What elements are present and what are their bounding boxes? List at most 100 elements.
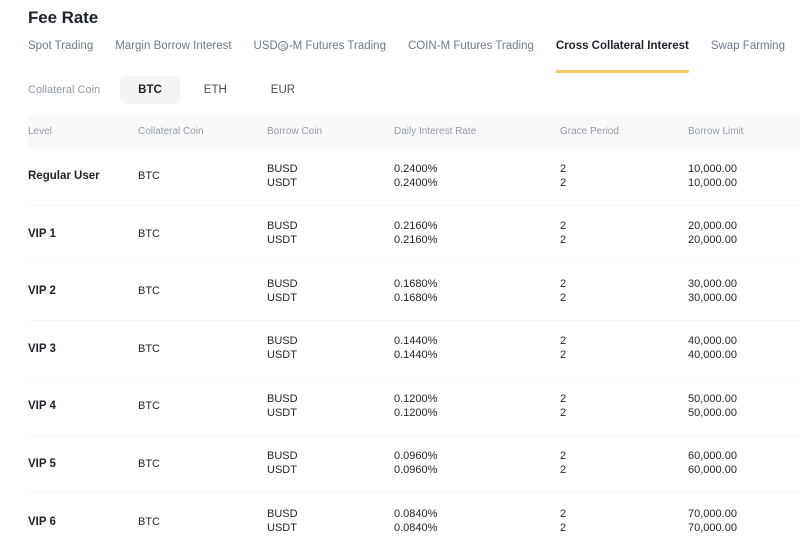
tab-spot-trading[interactable]: Spot Trading (28, 38, 93, 56)
cell-borrow-coin-value: BUSD (267, 508, 298, 521)
fee-rate-page: Fee Rate Spot Trading Margin Borrow Inter… (0, 0, 800, 541)
cell-borrow-limit-value: 40,000.00 (688, 349, 737, 362)
tab-coin-m-futures-trading[interactable]: COIN-M Futures Trading (408, 38, 534, 56)
cell-grace-period-value: 2 (560, 406, 567, 419)
cell-daily-interest-rate: 0.0960% 0.0960% (394, 450, 560, 477)
cell-grace-period-value: 2 (560, 176, 567, 189)
cell-grace-period: 22 (560, 393, 688, 420)
cell-borrow-limit-value: 30,000.00 (688, 277, 737, 290)
cell-grace-period-value: 2 (560, 392, 567, 405)
table-row: VIP 3 BTC BUSD USDT 0.1440% 0.1440% 2 2 40,000.0… (28, 321, 800, 378)
cell-grace-period-value: 2 (560, 349, 567, 362)
coin-option-eth[interactable]: ETH (188, 76, 243, 104)
table-row: VIP 4 BTC BUSD USDT 0.1200% 0.1200% 2 2 50,000.0… (28, 378, 800, 436)
tab-label: COIN-M Futures Trading (407, 40, 534, 52)
circled-s-icon: S (278, 41, 289, 51)
tab-label: Cross Collateral Interest (555, 40, 689, 52)
cell-daily-interest-rate: 0.0840% 0.0840% (394, 508, 560, 535)
column-header-daily-interest-rate: Daily Interest Rate (394, 125, 477, 137)
cell-borrow-coin-value: USDT (267, 406, 297, 419)
cell-level: VIP 3 (28, 342, 56, 355)
cell-borrow-coin-value: USDT (267, 349, 297, 362)
tab-label: Swap Farming (710, 40, 785, 52)
cell-grace-period: 22 (560, 335, 688, 362)
cell-daily-interest-rate-value: 0.0960% (394, 464, 438, 477)
cell-daily-interest-rate-value: 0.0840% (394, 522, 438, 535)
cell-borrow-coin: BUSD USDT (267, 278, 394, 305)
table-row: Regular User BTC BUSD USDT 0.2400% 0.2400% 2 2 1… (28, 148, 800, 206)
cell-borrow-limit: 50,000.00 50,000.00 (688, 393, 800, 420)
cell-level: VIP 5 (28, 457, 56, 470)
table-row: VIP 1 BTC BUSD USDT 0.2160% 0.2160% 2 2 20,000.0… (28, 206, 800, 263)
column-header-collateral-coin: Collateral Coin (138, 125, 204, 137)
cell-borrow-limit-value: 70,000.00 (688, 508, 737, 521)
cell-daily-interest-rate-value: 0.1200% (394, 406, 438, 419)
cell-borrow-coin: BUSD USDT (267, 163, 394, 190)
cell-collateral-coin: BTC (138, 400, 160, 413)
collateral-coin-label: Collateral Coin (28, 84, 101, 96)
cell-grace-period-value: 2 (560, 335, 567, 348)
cell-grace-period-value: 2 (560, 508, 567, 521)
cell-borrow-coin-value: BUSD (267, 220, 298, 233)
column-header-level: Level (28, 125, 52, 137)
cell-level: Regular User (28, 170, 100, 183)
cell-grace-period-value: 2 (560, 450, 567, 463)
cell-borrow-coin-value: BUSD (267, 162, 298, 175)
page-title: Fee Rate (28, 8, 99, 27)
cell-borrow-limit: 60,000.00 60,000.00 (688, 450, 800, 477)
cell-collateral-coin: BTC (138, 515, 160, 528)
cell-borrow-coin-value: USDT (267, 176, 297, 189)
cell-collateral-coin: BTC (138, 227, 160, 240)
column-header-borrow-limit: Borrow Limit (688, 125, 744, 137)
cell-borrow-limit: 10,000.00 10,000.00 (688, 163, 800, 190)
cell-borrow-coin-value: BUSD (267, 277, 298, 290)
cell-level: VIP 2 (28, 285, 56, 298)
cell-borrow-coin-value: USDT (267, 291, 297, 304)
tab-label-prefix: USD (253, 40, 278, 52)
cell-borrow-limit: 30,000.00 30,000.00 (688, 278, 800, 305)
cell-grace-period: 22 (560, 278, 688, 305)
cell-daily-interest-rate-value: 0.2160% (394, 234, 438, 247)
cell-borrow-limit-value: 10,000.00 (688, 176, 737, 189)
cell-daily-interest-rate-value: 0.2400% (394, 176, 438, 189)
cell-grace-period-value: 2 (560, 220, 567, 233)
cell-daily-interest-rate-value: 0.0960% (394, 450, 438, 463)
table-header-row: Level Collateral Coin Borrow Coin Daily Int… (28, 115, 800, 148)
cell-borrow-limit-value: 20,000.00 (688, 220, 737, 233)
cell-daily-interest-rate: 0.1680% 0.1680% (394, 278, 560, 305)
active-tab-underline (555, 70, 689, 73)
cell-borrow-coin-value: USDT (267, 464, 297, 477)
column-header-borrow-coin: Borrow Coin (267, 125, 323, 137)
tab-usd-m-futures-trading[interactable]: USD S -M Futures Trading (254, 38, 386, 56)
cell-borrow-coin: BUSD USDT (267, 508, 394, 535)
coin-option-btc[interactable]: BTC (120, 76, 180, 104)
fee-rate-table: Level Collateral Coin Borrow Coin Daily Int… (28, 115, 800, 541)
tab-cross-collateral-interest[interactable]: Cross Collateral Interest (555, 38, 689, 73)
cell-borrow-limit-value: 50,000.00 (688, 406, 737, 419)
cell-level: VIP 4 (28, 400, 56, 413)
cell-collateral-coin: BTC (138, 285, 160, 298)
tab-swap-farming[interactable]: Swap Farming (711, 38, 785, 56)
cell-daily-interest-rate: 0.1440% 0.1440% (394, 335, 560, 362)
tab-margin-borrow-interest[interactable]: Margin Borrow Interest (115, 38, 231, 56)
coin-option-eur[interactable]: EUR (255, 76, 311, 104)
table-row: VIP 6 BTC BUSD USDT 0.0840% 0.0840% 2 2 70,000.0… (28, 493, 800, 541)
tab-label-suffix: -M Futures Trading (288, 40, 386, 52)
cell-borrow-coin: BUSD USDT (267, 393, 394, 420)
cell-daily-interest-rate: 0.1200% 0.1200% (394, 393, 560, 420)
cell-borrow-coin-value: BUSD (267, 392, 298, 405)
cell-collateral-coin: BTC (138, 170, 160, 183)
cell-borrow-coin-value: USDT (267, 234, 297, 247)
cell-daily-interest-rate-value: 0.1440% (394, 349, 438, 362)
cell-grace-period-value: 2 (560, 277, 567, 290)
cell-borrow-limit-value: 10,000.00 (688, 162, 737, 175)
cell-daily-interest-rate-value: 0.1680% (394, 291, 438, 304)
cell-daily-interest-rate-value: 0.1680% (394, 277, 438, 290)
cell-borrow-coin: BUSD USDT (267, 450, 394, 477)
cell-collateral-coin: BTC (138, 457, 160, 470)
cell-borrow-limit: 20,000.00 20,000.00 (688, 220, 800, 247)
table-row: VIP 2 BTC BUSD USDT 0.1680% 0.1680% 2 2 30,000.0… (28, 263, 800, 321)
cell-grace-period-value: 2 (560, 162, 567, 175)
cell-borrow-limit-value: 40,000.00 (688, 335, 737, 348)
cell-borrow-limit-value: 60,000.00 (688, 450, 737, 463)
